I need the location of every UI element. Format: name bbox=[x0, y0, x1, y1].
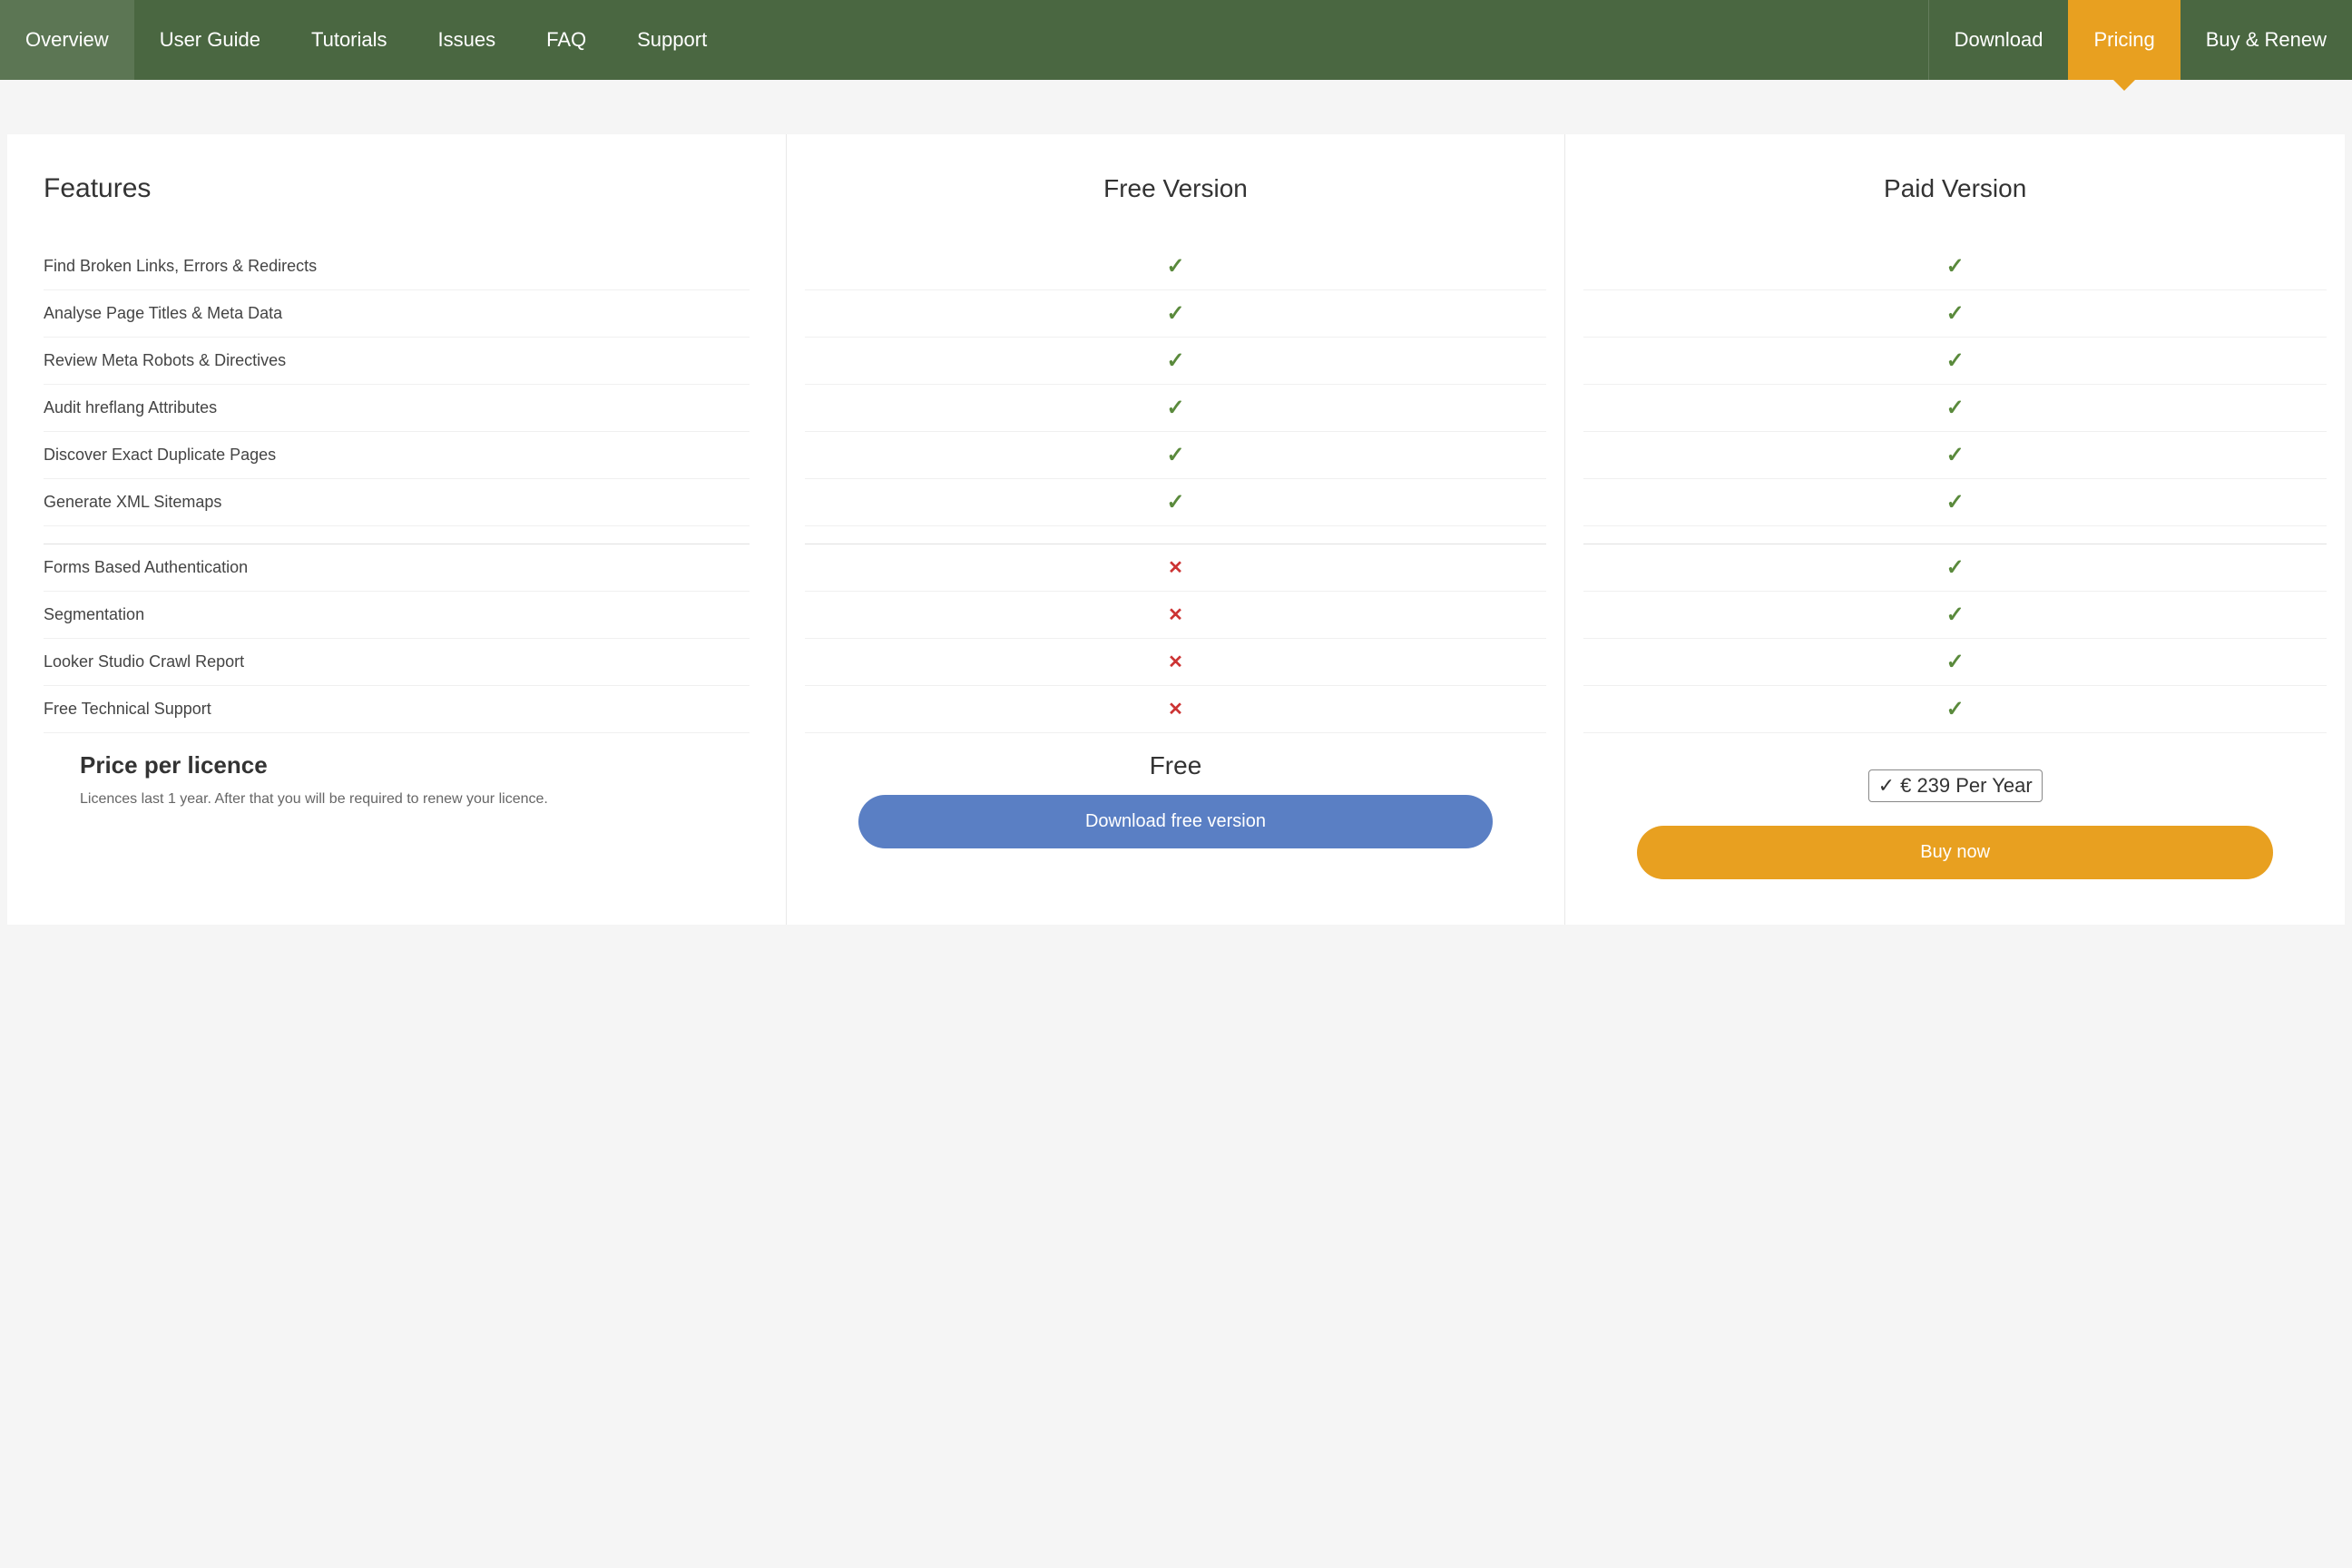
checkmark-icon: ✓ bbox=[1946, 602, 1965, 628]
feature-label-8: Segmentation bbox=[44, 604, 144, 625]
nav-tutorials[interactable]: Tutorials bbox=[286, 0, 413, 80]
download-free-button[interactable]: Download free version bbox=[858, 795, 1494, 848]
checkmark-icon: ✓ bbox=[1166, 489, 1184, 515]
free-check-1: ✓ bbox=[805, 243, 1547, 290]
feature-label-6: Generate XML Sitemaps bbox=[44, 492, 221, 513]
paid-price-prefix: ✓ bbox=[1878, 774, 1895, 798]
paid-check-1: ✓ bbox=[1583, 243, 2327, 290]
feature-label-9: Looker Studio Crawl Report bbox=[44, 652, 244, 672]
checkmark-icon: ✓ bbox=[1946, 300, 1965, 327]
cross-icon: ✕ bbox=[1168, 651, 1183, 673]
paid-check-8: ✓ bbox=[1583, 592, 2327, 639]
paid-check-2: ✓ bbox=[1583, 290, 2327, 338]
checkmark-icon: ✓ bbox=[1166, 395, 1184, 421]
feature-row-10: Free Technical Support bbox=[44, 686, 750, 733]
free-price-label: Free bbox=[823, 751, 1529, 780]
feature-label-2: Analyse Page Titles & Meta Data bbox=[44, 303, 282, 324]
free-cross-7: ✕ bbox=[805, 544, 1547, 592]
pricing-table: Features Find Broken Links, Errors & Red… bbox=[7, 134, 2345, 925]
features-header: Features bbox=[44, 162, 750, 216]
paid-check-3: ✓ bbox=[1583, 338, 2327, 385]
nav-faq[interactable]: FAQ bbox=[521, 0, 612, 80]
free-version-header: Free Version bbox=[805, 162, 1547, 216]
main-nav: Overview User Guide Tutorials Issues FAQ… bbox=[0, 0, 2352, 80]
paid-version-header: Paid Version bbox=[1583, 162, 2327, 216]
paid-price-section: ✓ € 239 Per Year Buy now bbox=[1583, 733, 2327, 897]
paid-price-currency-block: ✓ € 239 Per Year bbox=[1868, 769, 2043, 802]
features-column: Features Find Broken Links, Errors & Red… bbox=[7, 134, 787, 925]
checkmark-icon: ✓ bbox=[1946, 253, 1965, 279]
paid-version-column: Paid Version ✓ ✓ ✓ ✓ ✓ ✓ ✓ ✓ ✓ ✓ bbox=[1565, 134, 2345, 925]
checkmark-icon: ✓ bbox=[1946, 554, 1965, 581]
nav-download[interactable]: Download bbox=[1928, 0, 2069, 80]
paid-check-5: ✓ bbox=[1583, 432, 2327, 479]
free-check-3: ✓ bbox=[805, 338, 1547, 385]
paid-price-amount: € 239 Per Year bbox=[1900, 774, 2033, 798]
feature-label-10: Free Technical Support bbox=[44, 699, 211, 720]
feature-row-5: Discover Exact Duplicate Pages bbox=[44, 432, 750, 479]
free-cross-10: ✕ bbox=[805, 686, 1547, 733]
feature-label-4: Audit hreflang Attributes bbox=[44, 397, 217, 418]
paid-price-value: ✓ € 239 Per Year bbox=[1602, 751, 2308, 811]
checkmark-icon: ✓ bbox=[1946, 489, 1965, 515]
price-section-features: Price per licence Licences last 1 year. … bbox=[44, 733, 750, 838]
free-check-6: ✓ bbox=[805, 479, 1547, 526]
cross-icon: ✕ bbox=[1168, 698, 1183, 720]
free-price-section: Free Download free version bbox=[805, 733, 1547, 867]
checkmark-icon: ✓ bbox=[1166, 253, 1184, 279]
header-space bbox=[0, 80, 2352, 134]
nav-support[interactable]: Support bbox=[612, 0, 732, 80]
free-check-4: ✓ bbox=[805, 385, 1547, 432]
price-section-desc: Licences last 1 year. After that you wil… bbox=[80, 789, 713, 810]
feature-row-7: Forms Based Authentication bbox=[44, 544, 750, 592]
feature-row-8: Segmentation bbox=[44, 592, 750, 639]
checkmark-icon: ✓ bbox=[1946, 649, 1965, 675]
feature-label-7: Forms Based Authentication bbox=[44, 557, 248, 578]
checkmark-icon: ✓ bbox=[1166, 348, 1184, 374]
feature-row-9: Looker Studio Crawl Report bbox=[44, 639, 750, 686]
buy-now-button[interactable]: Buy now bbox=[1637, 826, 2273, 879]
price-section-title: Price per licence bbox=[80, 751, 713, 779]
cross-icon: ✕ bbox=[1168, 556, 1183, 579]
nav-issues[interactable]: Issues bbox=[413, 0, 522, 80]
feature-label-5: Discover Exact Duplicate Pages bbox=[44, 445, 276, 466]
free-cross-8: ✕ bbox=[805, 592, 1547, 639]
free-check-5: ✓ bbox=[805, 432, 1547, 479]
feature-row-1: Find Broken Links, Errors & Redirects bbox=[44, 243, 750, 290]
feature-row-4: Audit hreflang Attributes bbox=[44, 385, 750, 432]
separator-row-free bbox=[805, 526, 1547, 544]
separator-row bbox=[44, 526, 750, 544]
cross-icon: ✕ bbox=[1168, 603, 1183, 626]
checkmark-icon: ✓ bbox=[1166, 442, 1184, 468]
feature-row-2: Analyse Page Titles & Meta Data bbox=[44, 290, 750, 338]
separator-row-paid bbox=[1583, 526, 2327, 544]
paid-check-7: ✓ bbox=[1583, 544, 2327, 592]
free-version-column: Free Version ✓ ✓ ✓ ✓ ✓ ✓ ✕ ✕ ✕ ✕ bbox=[787, 134, 1566, 925]
feature-label-1: Find Broken Links, Errors & Redirects bbox=[44, 256, 317, 277]
nav-buy-renew[interactable]: Buy & Renew bbox=[2180, 0, 2352, 80]
paid-check-6: ✓ bbox=[1583, 479, 2327, 526]
feature-row-3: Review Meta Robots & Directives bbox=[44, 338, 750, 385]
paid-check-9: ✓ bbox=[1583, 639, 2327, 686]
checkmark-icon: ✓ bbox=[1946, 442, 1965, 468]
paid-price-badge: ✓ € 239 Per Year bbox=[1602, 769, 2308, 802]
checkmark-icon: ✓ bbox=[1946, 696, 1965, 722]
nav-overview[interactable]: Overview bbox=[0, 0, 134, 80]
checkmark-icon: ✓ bbox=[1166, 300, 1184, 327]
nav-pricing[interactable]: Pricing bbox=[2068, 0, 2180, 80]
paid-check-4: ✓ bbox=[1583, 385, 2327, 432]
feature-row-6: Generate XML Sitemaps bbox=[44, 479, 750, 526]
checkmark-icon: ✓ bbox=[1946, 395, 1965, 421]
nav-user-guide[interactable]: User Guide bbox=[134, 0, 286, 80]
free-cross-9: ✕ bbox=[805, 639, 1547, 686]
paid-check-10: ✓ bbox=[1583, 686, 2327, 733]
free-check-2: ✓ bbox=[805, 290, 1547, 338]
checkmark-icon: ✓ bbox=[1946, 348, 1965, 374]
feature-label-3: Review Meta Robots & Directives bbox=[44, 350, 286, 371]
